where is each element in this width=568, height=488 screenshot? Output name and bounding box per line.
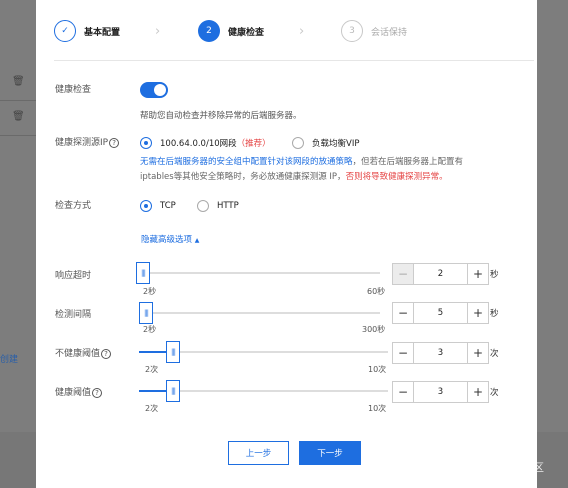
radio-dot [140,200,152,212]
health-check-description: 帮助您自动检查并移除异常的后端服务器。 [140,111,302,121]
stepper-value[interactable]: 3 [414,381,467,403]
slider-min-label: 2秒 [143,287,157,296]
slider-max-label: 10次 [368,404,387,413]
probe-source-option-cidr[interactable]: 100.64.0.0/10网段 （推荐） [140,137,271,149]
chevron-right-icon: › [299,24,305,39]
increment-button[interactable]: + [467,263,489,285]
decrement-button[interactable]: − [392,263,414,285]
help-icon[interactable]: ? [101,348,112,359]
advanced-options-label: 隐藏高级选项 [141,235,193,245]
check-interval-label: 检测间隔 [55,310,92,320]
unhealthy-threshold-stepper: − 3 + [392,342,489,364]
background-page-right [537,0,568,488]
radio-dot [140,137,152,149]
healthy-threshold-label-text: 健康阈值 [55,388,92,398]
caret-up-icon: ▲ [194,237,200,244]
step-label: 会话保持 [371,27,408,38]
unit-label: 秒 [490,270,499,280]
probe-source-label: 健康探测源IP? [55,135,120,148]
radio-label: HTTP [217,201,239,211]
health-check-toggle[interactable] [140,82,168,98]
check-method-option-http[interactable]: HTTP [197,200,239,212]
response-timeout-slider-handle[interactable]: ||| [136,262,150,284]
background-page-left [0,0,36,488]
check-icon: ✓ [54,20,76,42]
increment-button[interactable]: + [467,302,489,324]
stepper-value[interactable]: 2 [414,263,467,285]
step-number: 2 [198,20,220,42]
advanced-options-toggle[interactable]: 隐藏高级选项 ▲ [141,233,199,245]
note-text: iptables等其他安全策略时，务必放通健康探测源 IP， [140,172,346,182]
recommended-tag: （推荐） [236,139,271,149]
header-divider [54,60,534,61]
radio-dot [292,137,304,149]
check-method-label: 检查方式 [55,201,92,211]
next-step-button[interactable]: 下一步 [299,441,361,465]
stepper-value[interactable]: 5 [414,302,467,324]
slider-max-label: 10次 [368,365,387,374]
trash-icon: 🗑 [12,111,25,122]
unhealthy-threshold-label: 不健康阈值? [55,346,112,359]
unit-label: 次 [490,388,499,398]
decrement-button[interactable]: − [392,381,414,403]
radio-dot [197,200,209,212]
probe-source-option-vip[interactable]: 负载均衡VIP [292,137,359,149]
unit-label: 秒 [490,309,499,319]
slider-track[interactable] [139,312,380,314]
radio-label: 负载均衡VIP [312,139,360,149]
radio-label: 100.64.0.0/10网段 [160,139,237,149]
probe-source-note-line2: iptables等其他安全策略时，务必放通健康探测源 IP，否则将导致健康探测异… [140,170,448,182]
background-divider [0,135,36,136]
toggle-knob [154,84,166,96]
check-method-option-tcp[interactable]: TCP [140,200,176,212]
unit-label: 次 [490,349,499,359]
response-timeout-stepper: − 2 + [392,263,489,285]
note-text: ，但若在后端服务器上配置有 [352,157,464,167]
unhealthy-threshold-slider-handle[interactable]: ||| [166,341,180,363]
unhealthy-threshold-label-text: 不健康阈值 [55,349,101,359]
slider-min-label: 2次 [145,365,159,374]
step-label: 基本配置 [84,27,121,38]
note-warning: 否则将导致健康探测异常。 [345,172,448,182]
probe-source-note-line1: 无需在后端服务器的安全组中配置针对该网段的放通策略，但若在后端服务器上配置有 [140,155,463,167]
help-icon[interactable]: ? [109,137,120,148]
increment-button[interactable]: + [467,342,489,364]
step-label: 健康检查 [228,27,265,38]
wizard-steps: ✓ 基本配置 › 2 健康检查 › 3 会话保持 [54,20,524,46]
slider-min-label: 2次 [145,404,159,413]
health-check-label: 健康检查 [55,85,92,95]
probe-source-label-text: 健康探测源IP [55,138,109,148]
previous-step-button[interactable]: 上一步 [228,441,289,465]
trash-icon: 🗑 [12,76,25,87]
step-number: 3 [341,20,363,42]
help-icon[interactable]: ? [92,387,103,398]
decrement-button[interactable]: − [392,302,414,324]
check-interval-stepper: − 5 + [392,302,489,324]
step-session-persistence[interactable]: 3 会话保持 [341,20,407,42]
check-interval-slider-handle[interactable]: ||| [139,302,153,324]
slider-max-label: 60秒 [367,287,386,296]
increment-button[interactable]: + [467,381,489,403]
health-check-dialog: ✓ 基本配置 › 2 健康检查 › 3 会话保持 健康检查 帮助您自动检查并移除… [36,0,537,488]
stepper-value[interactable]: 3 [414,342,467,364]
healthy-threshold-label: 健康阈值? [55,385,103,398]
note-highlight: 无需在后端服务器的安全组中配置针对该网段的放通策略 [140,157,353,167]
step-basic-config[interactable]: ✓ 基本配置 [54,20,120,42]
watermark: @稀土掘金技术社区 [445,461,544,474]
background-divider [0,100,36,101]
slider-track[interactable] [139,272,380,274]
slider-min-label: 2秒 [143,325,157,334]
decrement-button[interactable]: − [392,342,414,364]
healthy-threshold-slider-handle[interactable]: ||| [166,380,180,402]
slider-max-label: 300秒 [362,325,386,334]
response-timeout-label: 响应超时 [55,271,92,281]
background-create-link: 创建 [0,355,19,365]
healthy-threshold-stepper: − 3 + [392,381,489,403]
step-health-check[interactable]: 2 健康检查 [198,20,264,42]
chevron-right-icon: › [155,24,161,39]
radio-label: TCP [160,201,176,211]
